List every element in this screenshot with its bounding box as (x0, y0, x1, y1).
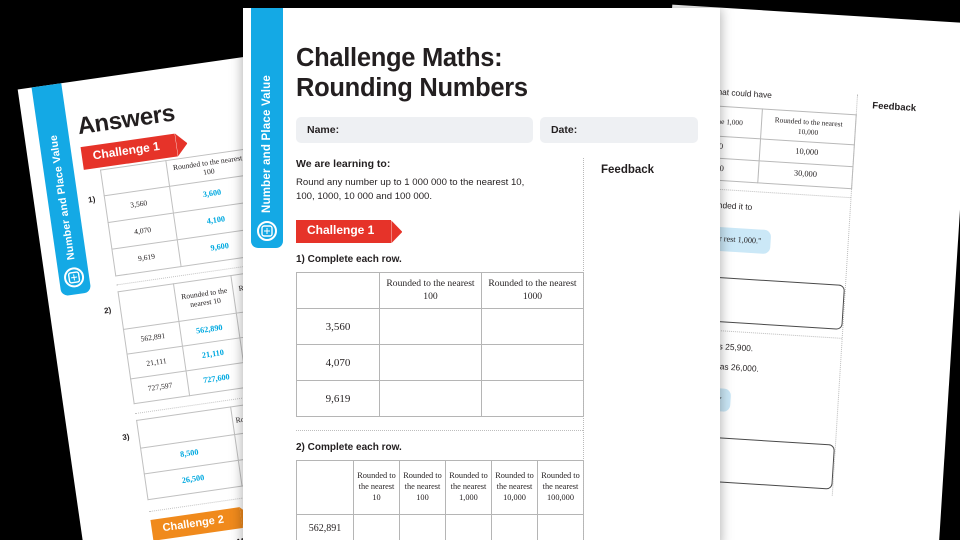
place-value-grid-icon (62, 266, 86, 289)
table-row: 3,560 (296, 308, 584, 346)
question-1-table[interactable]: Rounded to the nearest 100 Rounded to th… (296, 272, 584, 418)
date-field[interactable]: Date: (539, 116, 698, 143)
place-value-grid-icon (257, 221, 277, 241)
category-tab-main: Number and Place Value (251, 8, 283, 248)
q1-r0-number: 3,560 (296, 308, 380, 346)
q2-r0-number: 562,891 (296, 514, 354, 540)
name-field[interactable]: Name: (296, 116, 533, 143)
table-row: 4,070 (296, 344, 584, 382)
answers-challenge-2-banner: Challenge 2 (150, 506, 243, 540)
q1-header-0 (296, 272, 380, 310)
q2-header-5: Rounded to the nearest 100,000 (537, 460, 584, 516)
page-title-line-2: Rounding Numbers (296, 73, 528, 102)
q1-r0-c2[interactable] (481, 308, 584, 346)
q1-r1-c2[interactable] (481, 344, 584, 382)
q1-header-1: Rounded to the nearest 100 (379, 272, 482, 310)
q2-r0-c3[interactable] (445, 514, 492, 540)
name-date-row: Name: Date: (296, 116, 698, 143)
q1-r1-number: 4,070 (296, 344, 380, 382)
q2-header-1: Rounded to the nearest 10 (353, 460, 400, 516)
learning-objective-text: Round any number up to 1 000 000 to the … (296, 176, 525, 203)
learning-objective-heading: We are learning to: (296, 157, 391, 170)
table-row: 562,891 (296, 514, 584, 540)
answers-q2-number: 2) (103, 305, 112, 316)
question-2-table[interactable]: Rounded to the nearest 10 Rounded to the… (296, 460, 584, 540)
main-separator-1 (296, 430, 583, 432)
page-title-line-1: Challenge Maths: (296, 44, 503, 72)
main-content-columns: We are learning to: Round any number up … (296, 157, 698, 540)
date-field-label: Date: (550, 123, 578, 136)
q2-r0-c1[interactable] (353, 514, 400, 540)
category-tab-label-main: Number and Place Value (261, 75, 273, 213)
q1-r1-c1[interactable] (379, 344, 482, 382)
q2-header-0 (296, 460, 354, 516)
q1-r2-c2[interactable] (481, 380, 584, 418)
q1-r2-c1[interactable] (379, 380, 482, 418)
q1-r2-number: 9,619 (296, 380, 380, 418)
main-feedback-column: Feedback (583, 157, 698, 540)
q2-r0-c2[interactable] (399, 514, 446, 540)
q2-header-2: Rounded to the nearest 100 (399, 460, 446, 516)
screenshot-stage: Number and Place Value Answers Challenge… (0, 0, 960, 540)
right-feedback-label: Feedback (871, 100, 917, 115)
answers-q1-number: 1) (87, 194, 96, 205)
name-field-label: Name: (307, 123, 340, 136)
main-sheet-body: Challenge Maths: Rounding Numbers Name: … (296, 8, 720, 540)
main-worksheet-page[interactable]: Number and Place Value Challenge Maths: … (243, 8, 720, 540)
feedback-label: Feedback (601, 163, 655, 176)
q1-header-2: Rounded to the nearest 1000 (481, 272, 584, 310)
q2-r0-c5[interactable] (537, 514, 584, 540)
q2-header-4: Rounded to the nearest 10,000 (491, 460, 538, 516)
q1-r0-c1[interactable] (379, 308, 482, 346)
q2-header-3: Rounded to the nearest 1,000 (445, 460, 492, 516)
challenge-1-banner: Challenge 1 (296, 220, 392, 244)
answers-q3-number: 3) (121, 431, 131, 442)
right-r1c1: 30,000 (757, 160, 853, 189)
main-work-column: We are learning to: Round any number up … (296, 157, 584, 540)
page-title: Challenge Maths: Rounding Numbers (296, 44, 698, 104)
question-2-label: 2) Complete each row. (296, 442, 402, 454)
q2-r0-c4[interactable] (491, 514, 538, 540)
table-row: 9,619 (296, 380, 584, 418)
category-tab-label: Number and Place Value (47, 133, 78, 261)
question-1-label: 1) Complete each row. (296, 254, 402, 266)
